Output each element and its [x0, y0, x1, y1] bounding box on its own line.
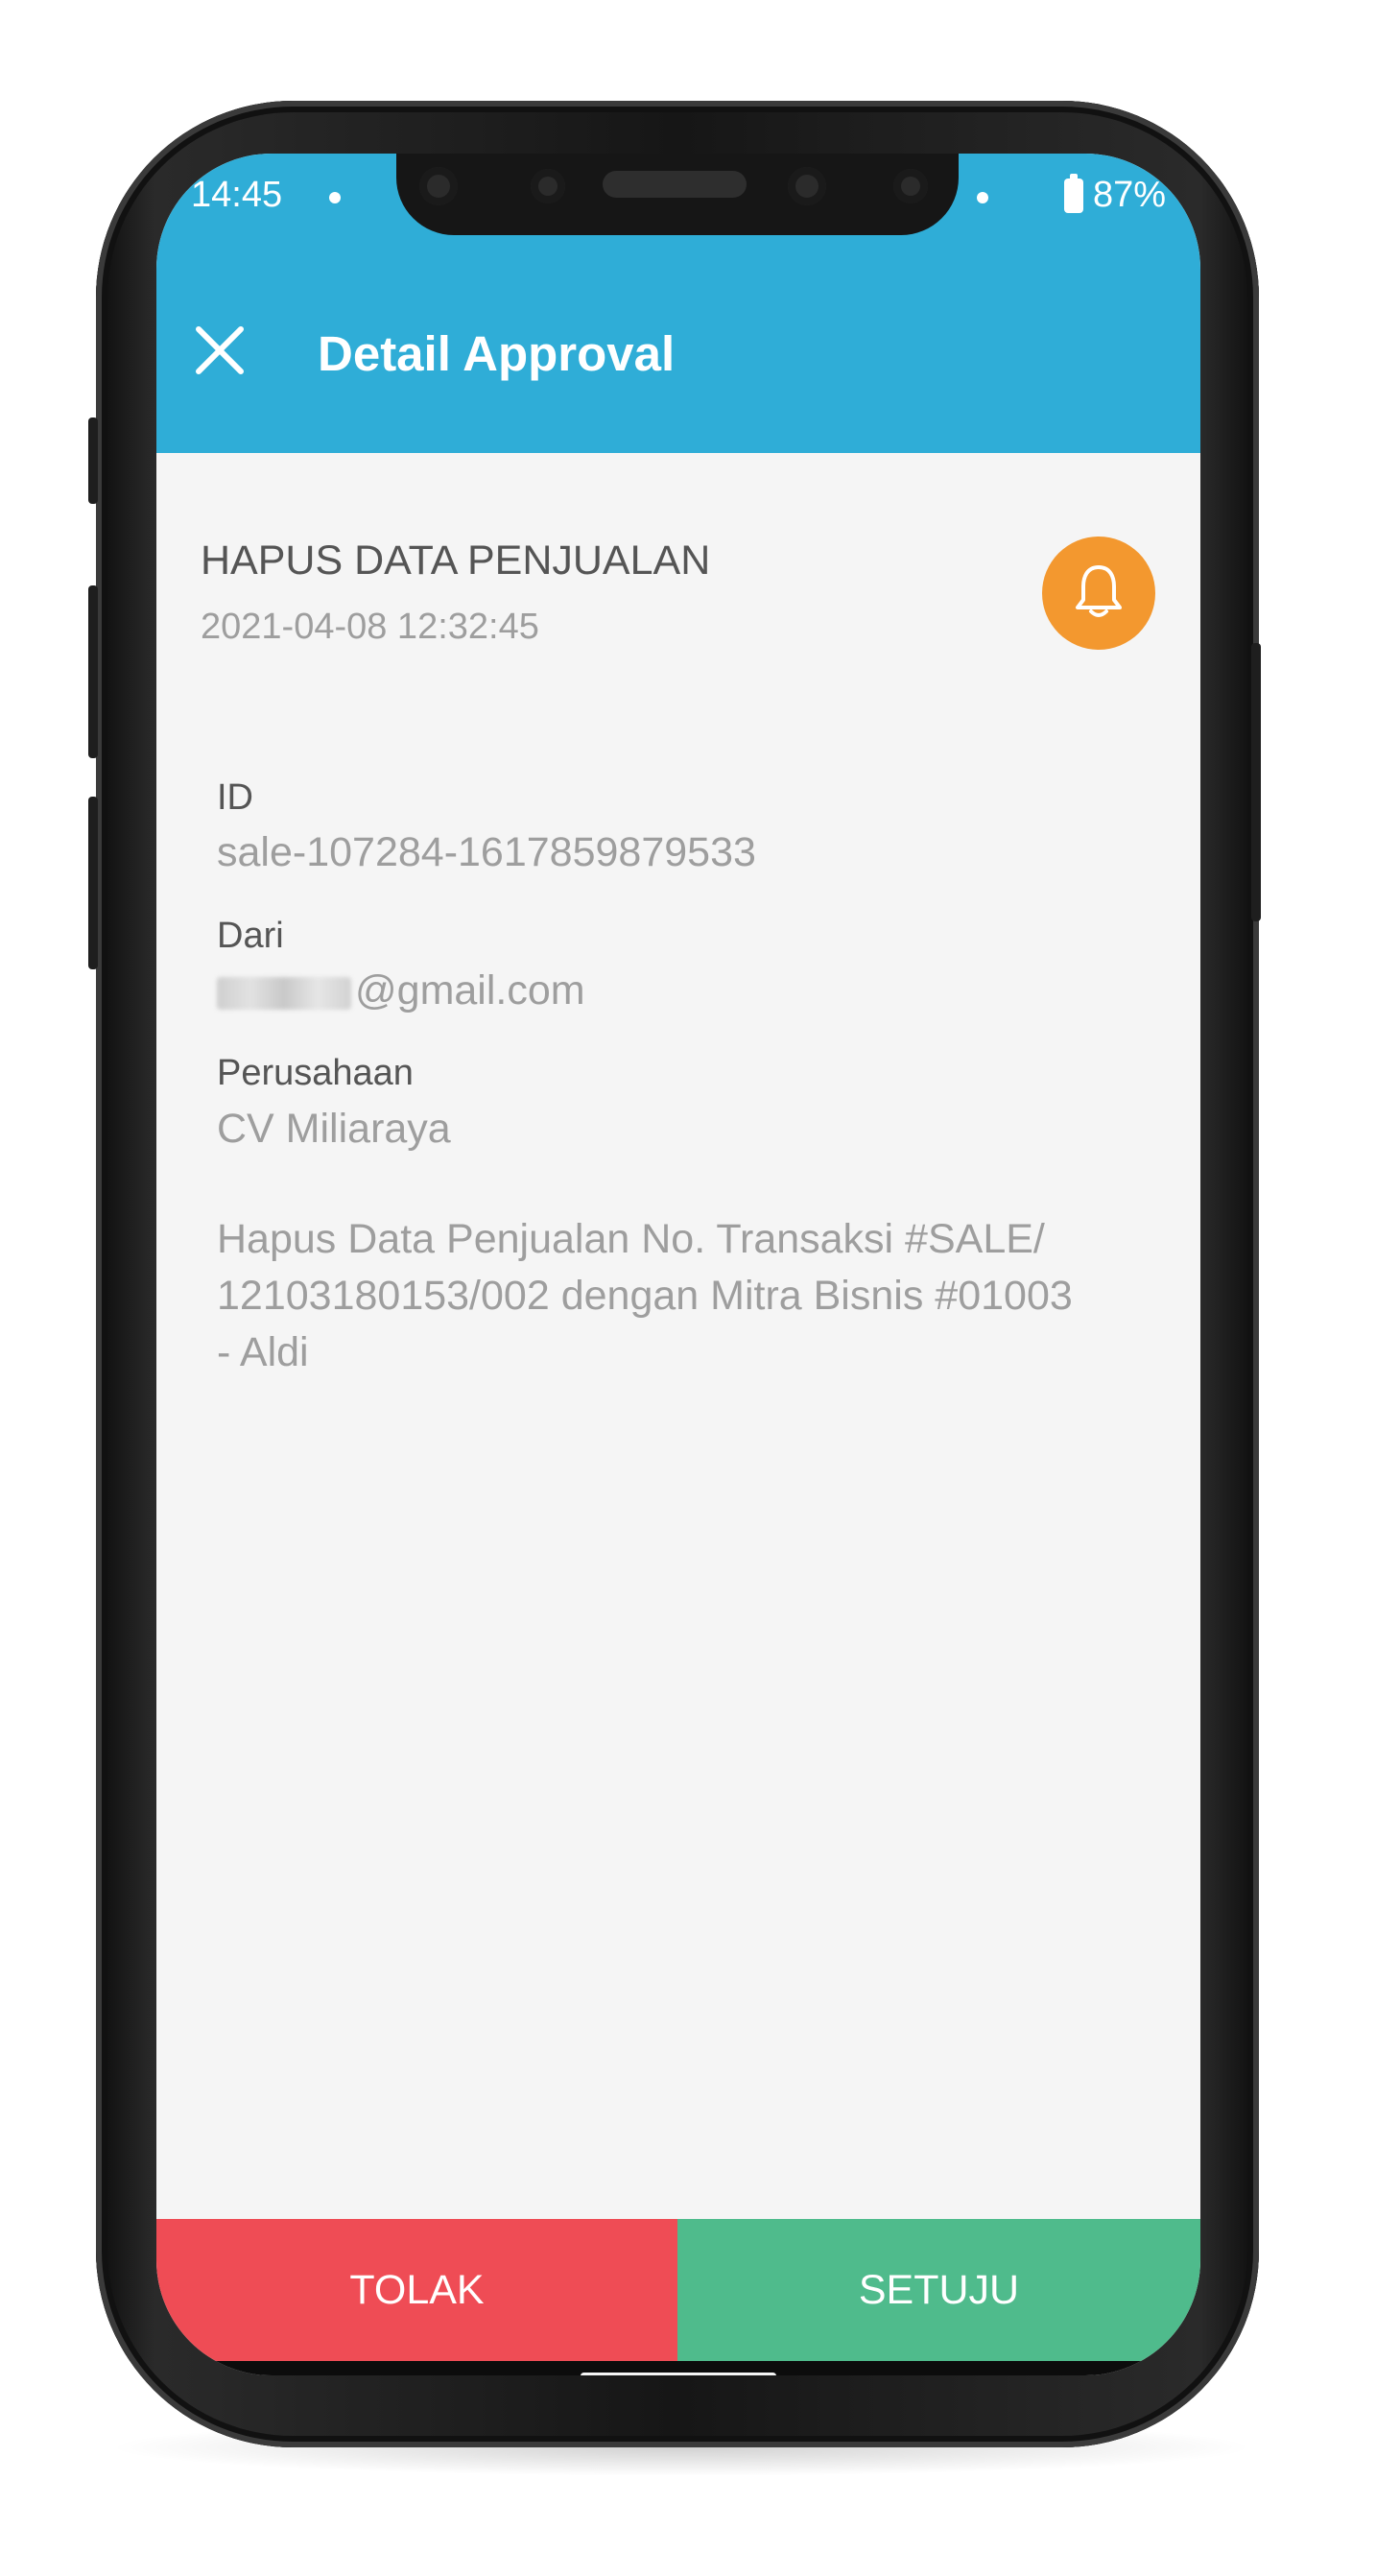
- reject-button-label: TOLAK: [349, 2266, 485, 2313]
- from-value: @gmail.com: [217, 967, 585, 1014]
- app-bar: Detail Approval: [156, 264, 1200, 453]
- description-line: - Aldi: [217, 1329, 309, 1375]
- close-icon: [196, 326, 244, 374]
- description-line: 12103180153/002 dengan Mitra Bisnis #010…: [217, 1273, 1073, 1319]
- approve-button-label: SETUJU: [858, 2266, 1020, 2313]
- company-value: CV Miliaraya: [217, 1106, 451, 1152]
- battery-icon: [1063, 173, 1083, 213]
- from-label: Dari: [217, 916, 284, 956]
- approve-button[interactable]: SETUJU: [677, 2219, 1200, 2361]
- reject-button[interactable]: TOLAK: [156, 2219, 677, 2361]
- front-camera-icon: [419, 167, 458, 205]
- volume-up-button: [88, 585, 98, 758]
- volume-down-button: [88, 797, 98, 969]
- notification-dot-icon: [977, 192, 988, 203]
- close-button[interactable]: [191, 322, 249, 379]
- mute-switch: [88, 417, 98, 504]
- earpiece-speaker: [603, 171, 747, 198]
- request-datetime: 2021-04-08 12:32:45: [201, 607, 539, 647]
- notification-dot-icon: [329, 192, 341, 203]
- battery-status: 87%: [1063, 173, 1166, 216]
- request-title: HAPUS DATA PENJUALAN: [201, 537, 711, 584]
- phone-screen: 14:45 87% Detail Approval HAPUS DATA PEN…: [156, 154, 1200, 2375]
- id-value: sale-107284-1617859879533: [217, 829, 756, 875]
- sensor-icon: [893, 169, 928, 203]
- home-indicator[interactable]: [581, 2373, 776, 2375]
- sensor-icon: [531, 169, 565, 203]
- redacted-username: [217, 976, 351, 1010]
- bell-icon: [1076, 565, 1122, 617]
- company-label: Perusahaan: [217, 1053, 414, 1093]
- status-bar: 14:45 87%: [156, 154, 1200, 264]
- description-line: Hapus Data Penjualan No. Transaksi #SALE…: [217, 1216, 1045, 1262]
- from-email-domain: @gmail.com: [355, 967, 585, 1014]
- request-description: Hapus Data Penjualan No. Transaksi #SALE…: [217, 1211, 1157, 1381]
- notification-button[interactable]: [1042, 537, 1155, 650]
- power-button: [1251, 643, 1261, 921]
- front-camera-icon: [788, 167, 826, 205]
- id-label: ID: [217, 777, 253, 818]
- page-title: Detail Approval: [318, 326, 676, 381]
- camera-notch: [396, 154, 959, 235]
- status-time: 14:45: [191, 175, 283, 215]
- battery-level: 87%: [1092, 175, 1166, 215]
